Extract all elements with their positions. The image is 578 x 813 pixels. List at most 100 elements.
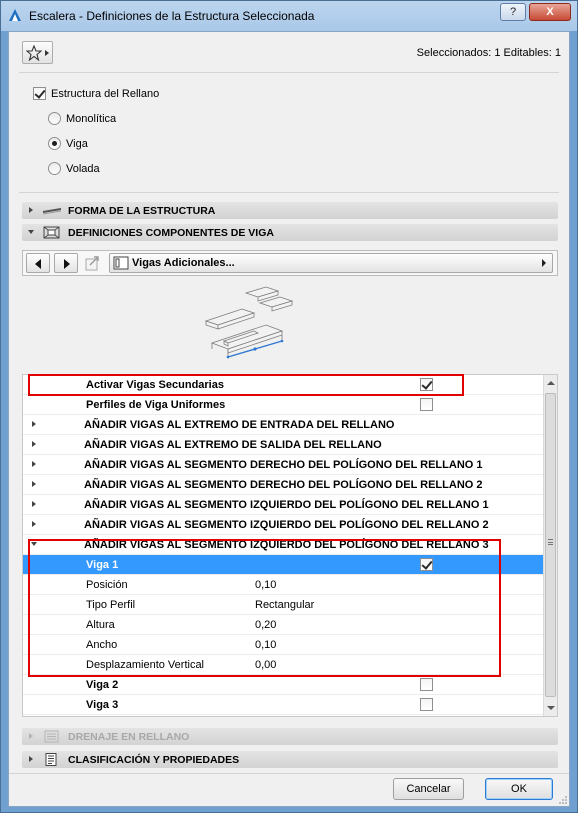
previous-button[interactable]: [26, 253, 50, 273]
drainage-icon: [44, 730, 59, 743]
row-label: AÑADIR VIGAS AL SEGMENTO IZQUIERDO DEL P…: [84, 499, 489, 511]
dropdown-arrow-icon: [542, 259, 546, 267]
selection-info: Seleccionados: 1 Editables: 1: [416, 47, 561, 59]
settings-tree: Activar Vigas Secundarias Perfiles de Vi…: [22, 374, 558, 717]
scrollbar-thumb[interactable]: [545, 393, 556, 697]
structure-checkbox[interactable]: [33, 87, 46, 100]
tree-row[interactable]: Perfiles de Viga Uniformes: [23, 395, 543, 415]
row-label: Viga 1: [86, 559, 119, 571]
property-value[interactable]: 0,10: [255, 639, 276, 651]
tree-row-selected[interactable]: Viga 1: [23, 555, 543, 575]
property-value[interactable]: Rectangular: [255, 599, 314, 611]
favorites-button[interactable]: [22, 41, 53, 64]
cancel-button[interactable]: Cancelar: [393, 778, 464, 800]
perfiles-uniformes-checkbox[interactable]: [420, 398, 433, 411]
property-value[interactable]: 0,20: [255, 619, 276, 631]
panel-forma-title: FORMA DE LA ESTRUCTURA: [68, 205, 216, 217]
expand-arrow-icon[interactable]: [32, 521, 36, 527]
expand-arrow-icon: [29, 733, 33, 739]
window-title: Escalera - Definiciones de la Estructura…: [29, 9, 315, 23]
favorites-arrow-icon: [45, 50, 49, 56]
help-button[interactable]: ?: [500, 3, 526, 21]
radio-viga[interactable]: [48, 137, 61, 150]
next-button[interactable]: [54, 253, 78, 273]
viga-1-checkbox[interactable]: [420, 558, 433, 571]
tree-group-row[interactable]: AÑADIR VIGAS AL EXTREMO DE ENTRADA DEL R…: [23, 415, 543, 435]
row-label: AÑADIR VIGAS AL SEGMENTO DERECHO DEL POL…: [84, 459, 483, 471]
radio-volada[interactable]: [48, 162, 61, 175]
dropdown-value: Vigas Adicionales...: [132, 257, 235, 269]
divider: [9, 773, 569, 774]
tree-group-row[interactable]: AÑADIR VIGAS AL SEGMENTO DERECHO DEL POL…: [23, 475, 543, 495]
beam-list-icon: [113, 256, 129, 270]
expand-arrow-icon[interactable]: [32, 441, 36, 447]
scroll-down-icon[interactable]: [547, 706, 555, 710]
tree-group-row[interactable]: AÑADIR VIGAS AL EXTREMO DE SALIDA DEL RE…: [23, 435, 543, 455]
tree-group-row-expanded[interactable]: AÑADIR VIGAS AL SEGMENTO IZQUIERDO DEL P…: [23, 535, 543, 555]
row-label: AÑADIR VIGAS AL EXTREMO DE ENTRADA DEL R…: [84, 419, 395, 431]
property-label: Posición: [86, 579, 128, 591]
tree-group-row[interactable]: AÑADIR VIGAS AL SEGMENTO IZQUIERDO DEL P…: [23, 495, 543, 515]
property-label: Ancho: [86, 639, 118, 651]
archicad-app-icon: [9, 9, 21, 21]
property-label: Desplazamiento Vertical: [86, 659, 205, 671]
property-row[interactable]: Desplazamiento Vertical 0,00: [23, 655, 543, 675]
ok-button[interactable]: OK: [485, 778, 553, 800]
property-row[interactable]: Altura 0,20: [23, 615, 543, 635]
row-label: AÑADIR VIGAS AL SEGMENTO IZQUIERDO DEL P…: [84, 519, 489, 531]
expand-arrow-icon: [29, 207, 33, 213]
tree-scrollbar[interactable]: [543, 375, 557, 716]
title-bar[interactable]: Escalera - Definiciones de la Estructura…: [1, 1, 577, 31]
radio-monolitica-label: Monolítica: [66, 113, 117, 125]
row-label: Viga 2: [86, 679, 119, 691]
property-row[interactable]: Ancho 0,10: [23, 635, 543, 655]
collapse-arrow-icon[interactable]: [31, 542, 37, 546]
viga-3-checkbox[interactable]: [420, 698, 433, 711]
property-label: Altura: [86, 619, 115, 631]
tree-group-row[interactable]: AÑADIR VIGAS AL SEGMENTO DERECHO DEL POL…: [23, 455, 543, 475]
tree-row[interactable]: Viga 3: [23, 695, 543, 715]
tree-row[interactable]: Viga 2: [23, 675, 543, 695]
close-button[interactable]: X: [529, 3, 571, 21]
component-dropdown[interactable]: Vigas Adicionales...: [109, 253, 553, 273]
panel-definiciones-title: DEFINICIONES COMPONENTES DE VIGA: [68, 227, 274, 239]
row-label: Activar Vigas Secundarias: [86, 379, 224, 391]
divider: [19, 72, 559, 73]
dialog-window: Escalera - Definiciones de la Estructura…: [0, 0, 578, 813]
viga-2-checkbox[interactable]: [420, 678, 433, 691]
divider: [19, 192, 559, 193]
property-row[interactable]: Posición 0,10: [23, 575, 543, 595]
property-value[interactable]: 0,10: [255, 579, 276, 591]
panel-clasificacion-title: CLASIFICACIÓN Y PROPIEDADES: [68, 754, 240, 766]
expand-arrow-icon: [29, 756, 33, 762]
tree-row[interactable]: Activar Vigas Secundarias: [23, 375, 543, 395]
export-icon[interactable]: [83, 254, 105, 272]
structure-checkbox-label: Estructura del Rellano: [51, 88, 160, 100]
star-icon: [26, 45, 42, 61]
scroll-up-icon[interactable]: [547, 381, 555, 385]
panel-drenaje: DRENAJE EN RELLANO: [22, 728, 558, 745]
resize-grip-icon[interactable]: [558, 795, 568, 805]
expand-arrow-icon[interactable]: [32, 461, 36, 467]
property-row[interactable]: Tipo Perfil Rectangular: [23, 595, 543, 615]
tree-group-row[interactable]: AÑADIR VIGAS AL SEGMENTO IZQUIERDO DEL P…: [23, 515, 543, 535]
panel-drenaje-title: DRENAJE EN RELLANO: [68, 731, 190, 743]
arrow-left-icon: [35, 259, 41, 269]
activar-vigas-checkbox[interactable]: [420, 378, 433, 391]
row-label: Perfiles de Viga Uniformes: [86, 399, 226, 411]
row-label: Viga 3: [86, 699, 119, 711]
radio-monolitica[interactable]: [48, 112, 61, 125]
panel-definiciones-viga[interactable]: DEFINICIONES COMPONENTES DE VIGA: [22, 224, 558, 241]
expand-arrow-icon[interactable]: [32, 501, 36, 507]
landing-beam-preview: [204, 286, 294, 359]
expand-arrow-icon[interactable]: [32, 421, 36, 427]
radio-volada-label: Volada: [66, 163, 100, 175]
panel-forma-estructura[interactable]: FORMA DE LA ESTRUCTURA: [22, 202, 558, 219]
grip-icon: [548, 539, 553, 545]
properties-icon: [45, 753, 57, 766]
collapse-arrow-icon: [28, 230, 34, 234]
expand-arrow-icon[interactable]: [32, 481, 36, 487]
property-value[interactable]: 0,00: [255, 659, 276, 671]
panel-clasificacion[interactable]: CLASIFICACIÓN Y PROPIEDADES: [22, 751, 558, 768]
arrow-right-icon: [64, 259, 70, 269]
